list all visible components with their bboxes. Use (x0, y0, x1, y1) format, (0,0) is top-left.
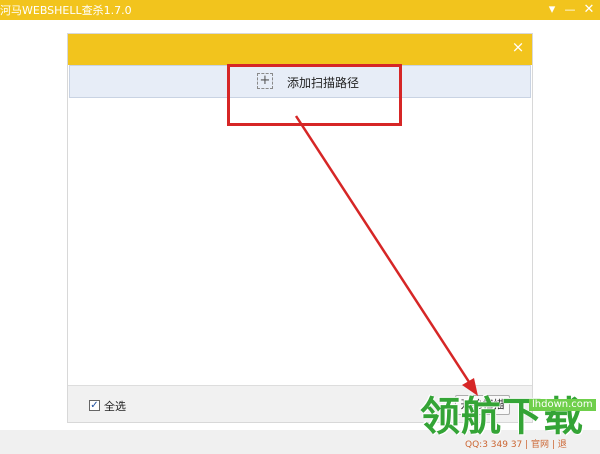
watermark-url: lhdown.com (529, 399, 596, 411)
annotation-arrow (294, 115, 478, 396)
